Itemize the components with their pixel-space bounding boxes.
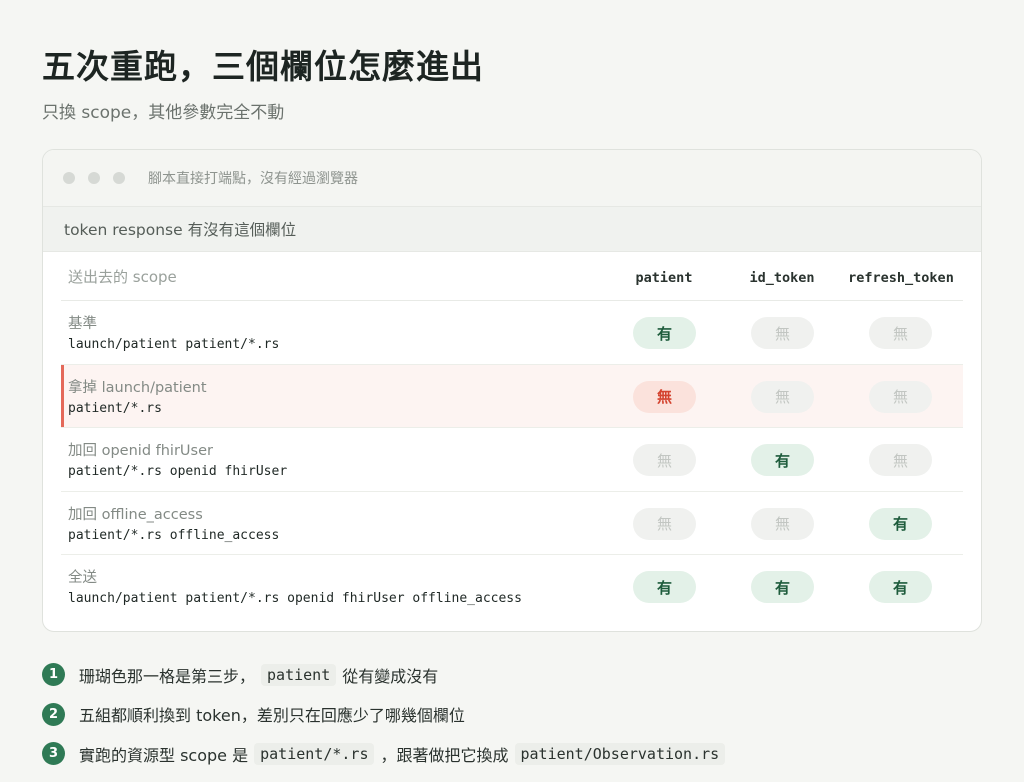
row-label: 加回 offline_access (68, 506, 203, 523)
window-titlebar: 腳本直接打端點，沒有經過瀏覽器 (43, 150, 981, 207)
note-item: 1 珊瑚色那一格是第三步， patient 從有變成沒有 (42, 655, 731, 695)
note-text: 實跑的資源型 scope 是 (79, 745, 249, 765)
row-label: 基準 (68, 316, 97, 332)
step-number-badge: 2 (42, 702, 65, 726)
table-row: 拿掉 launch/patient patient/*.rs 無 無 無 (61, 364, 963, 428)
table-row: 基準 launch/patient patient/*.rs 有 無 無 (61, 301, 963, 365)
note-item: 3 實跑的資源型 scope 是 patient/*.rs ，跟著做把它換成 p… (42, 734, 731, 774)
row-label: 全送 (68, 570, 97, 586)
window-close-dot[interactable] (63, 172, 75, 184)
note-text: ，跟著做把它換成 (380, 745, 509, 765)
scope-table: 送出去的 scope patient id_token refresh_toke… (61, 252, 963, 619)
column-header-id-token: id_token (749, 270, 815, 286)
section-header: token response 有沒有這個欄位 (43, 207, 981, 252)
note-text: 珊瑚色那一格是第三步， (79, 666, 256, 686)
column-header-scope: 送出去的 scope (68, 267, 177, 286)
column-header-refresh-token: refresh_token (848, 270, 954, 286)
status-pill-refresh-token: 無 (869, 444, 932, 476)
status-pill-patient: 無 (633, 507, 696, 540)
row-scope-value: patient/*.rs offline_access (68, 527, 280, 543)
note-item: 2 五組都順利換到 token，差別只在回應少了哪幾個欄位 (42, 695, 731, 735)
note-text: 五組都順利換到 token，差別只在回應少了哪幾個欄位 (79, 706, 465, 726)
window-minimize-dot[interactable] (88, 172, 100, 184)
status-pill-id-token: 無 (751, 380, 814, 413)
terminal-window: 腳本直接打端點，沒有經過瀏覽器 token response 有沒有這個欄位 送… (42, 149, 982, 632)
status-pill-patient: 有 (633, 317, 696, 349)
window-maximize-dot[interactable] (113, 172, 125, 184)
inline-code: patient/Observation.rs (514, 742, 726, 765)
row-scope-value: launch/patient patient/*.rs openid fhirU… (68, 591, 522, 606)
table-row: 全送 launch/patient patient/*.rs openid fhi… (61, 555, 963, 619)
status-pill-refresh-token: 無 (869, 317, 932, 349)
row-scope-value: patient/*.rs openid fhirUser (68, 464, 288, 479)
column-header-patient: patient (635, 270, 693, 286)
table-body: 基準 launch/patient patient/*.rs 有無無拿掉 launc… (61, 301, 963, 619)
status-pill-refresh-token: 無 (869, 380, 932, 413)
status-pill-patient: 有 (633, 571, 696, 603)
row-scope-value: patient/*.rs (68, 400, 162, 416)
row-label: 拿掉 launch/patient (68, 379, 207, 396)
status-pill-refresh-token: 有 (869, 571, 932, 603)
status-pill-id-token: 無 (751, 507, 814, 540)
status-pill-id-token: 有 (751, 571, 814, 603)
status-pill-patient: 無 (633, 380, 696, 413)
table-row: 加回 offline_access patient/*.rs offline_ac… (61, 492, 963, 555)
row-label: 加回 openid fhirUser (68, 443, 213, 459)
row-scope-value: launch/patient patient/*.rs (68, 337, 280, 352)
table-row: 加回 openid fhirUser patient/*.rs openid fh… (61, 428, 963, 492)
status-pill-id-token: 有 (751, 444, 814, 476)
page-subtitle: 只換 scope，其他參數完全不動 (42, 103, 285, 123)
inline-code: patient (261, 663, 337, 686)
step-number-badge: 1 (42, 663, 65, 687)
status-pill-refresh-token: 有 (869, 507, 932, 540)
table-header: 送出去的 scope patient id_token refresh_toke… (61, 252, 963, 301)
inline-code: patient/*.rs (254, 742, 375, 765)
notes-list: 1 珊瑚色那一格是第三步， patient 從有變成沒有 2 五組都順利換到 t… (42, 655, 731, 774)
status-pill-id-token: 無 (751, 317, 814, 349)
step-number-badge: 3 (42, 742, 65, 766)
note-text: 從有變成沒有 (342, 666, 439, 686)
status-pill-patient: 無 (633, 444, 696, 476)
page-title: 五次重跑，三個欄位怎麼進出 (42, 47, 484, 86)
window-title: 腳本直接打端點，沒有經過瀏覽器 (148, 171, 358, 187)
